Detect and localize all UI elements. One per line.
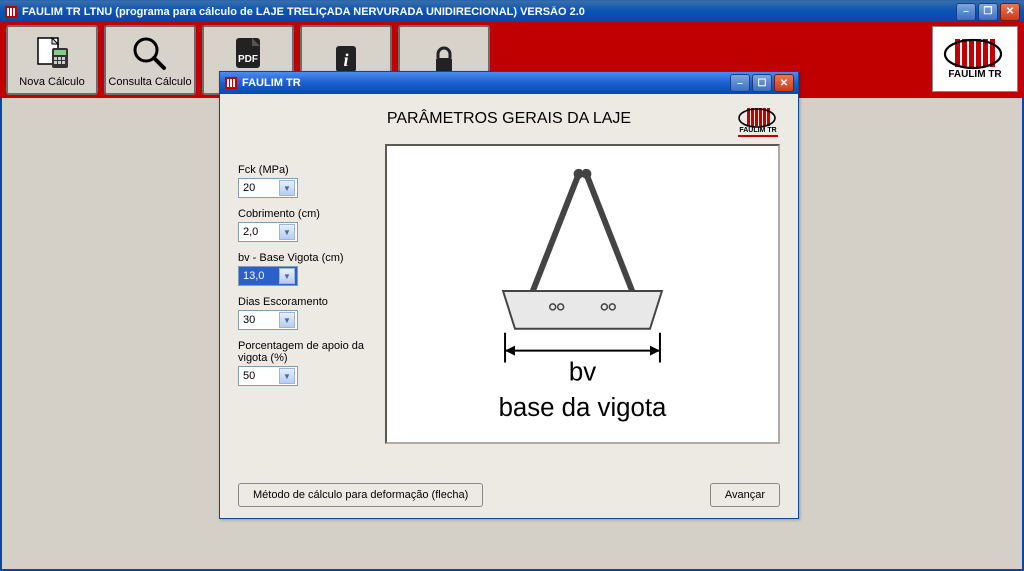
restore-button[interactable]: ❐ [978, 3, 998, 21]
diagram-column: bv base da vigota [385, 144, 798, 472]
main-window-title: FAULIM TR LTNU (programa para cálculo de… [22, 6, 956, 18]
diagram-dim-label: bv [569, 358, 596, 386]
diagram-frame: bv base da vigota [385, 144, 780, 444]
minimize-button[interactable]: – [956, 3, 976, 21]
dialog-brand-logo: FAULIM TR [730, 100, 786, 144]
document-calc-icon [32, 33, 72, 73]
dialog-app-icon [224, 76, 238, 90]
apoio-label: Porcentagem de apoio da vigota (%) [238, 340, 373, 364]
cobrimento-value: 2,0 [243, 226, 258, 238]
field-fck: Fck (MPa) 20 ▼ [238, 164, 373, 198]
field-apoio: Porcentagem de apoio da vigota (%) 50 ▼ [238, 340, 373, 386]
toolbar-label: Nova Cálculo [19, 76, 84, 88]
metodo-button-label: Método de cálculo para deformação (flech… [253, 489, 468, 501]
parameters-dialog: FAULIM TR – ☐ ✕ PARÂMETROS GERAIS DA LAJ… [219, 71, 799, 519]
main-window-controls: – ❐ ✕ [956, 3, 1020, 21]
chevron-down-icon: ▼ [279, 268, 295, 284]
svg-text:i: i [343, 50, 348, 70]
brand-logo: FAULIM TR [932, 26, 1018, 92]
bv-select[interactable]: 13,0 ▼ [238, 266, 298, 286]
fck-select[interactable]: 20 ▼ [238, 178, 298, 198]
close-button[interactable]: ✕ [1000, 3, 1020, 21]
bv-value: 13,0 [243, 270, 264, 282]
toolbar-label: Consulta Cálculo [108, 76, 191, 88]
form-column: Fck (MPa) 20 ▼ Cobrimento (cm) 2,0 ▼ bv … [220, 144, 385, 472]
bv-label: bv - Base Vigota (cm) [238, 252, 373, 264]
chevron-down-icon: ▼ [279, 312, 295, 328]
diagram-caption: base da vigota [499, 394, 667, 422]
main-titlebar: FAULIM TR LTNU (programa para cálculo de… [0, 0, 1024, 22]
dialog-heading: PARÂMETROS GERAIS DA LAJE [387, 110, 631, 128]
fck-value: 20 [243, 182, 255, 194]
vigota-diagram: bv base da vigota [393, 152, 772, 436]
chevron-down-icon: ▼ [279, 180, 295, 196]
avancar-button-label: Avançar [725, 489, 765, 501]
field-dias: Dias Escoramento 30 ▼ [238, 296, 373, 330]
dias-value: 30 [243, 314, 255, 326]
chevron-down-icon: ▼ [279, 368, 295, 384]
dialog-close-button[interactable]: ✕ [774, 74, 794, 92]
metodo-button[interactable]: Método de cálculo para deformação (flech… [238, 483, 483, 507]
field-bv: bv - Base Vigota (cm) 13,0 ▼ [238, 252, 373, 286]
dialog-footer: Método de cálculo para deformação (flech… [220, 472, 798, 518]
dialog-titlebar: FAULIM TR – ☐ ✕ [220, 72, 798, 94]
svg-text:PDF: PDF [238, 54, 258, 65]
field-cobrimento: Cobrimento (cm) 2,0 ▼ [238, 208, 373, 242]
dialog-body: Fck (MPa) 20 ▼ Cobrimento (cm) 2,0 ▼ bv … [220, 144, 798, 472]
dias-select[interactable]: 30 ▼ [238, 310, 298, 330]
dias-label: Dias Escoramento [238, 296, 373, 308]
avancar-button[interactable]: Avançar [710, 483, 780, 507]
dialog-minimize-button[interactable]: – [730, 74, 750, 92]
dialog-maximize-button[interactable]: ☐ [752, 74, 772, 92]
dialog-title: FAULIM TR [242, 77, 730, 89]
dialog-heading-area: PARÂMETROS GERAIS DA LAJE FAULIM TR [220, 94, 798, 144]
apoio-select[interactable]: 50 ▼ [238, 366, 298, 386]
cobrimento-label: Cobrimento (cm) [238, 208, 373, 220]
chevron-down-icon: ▼ [279, 224, 295, 240]
pdf-icon: PDF [228, 33, 268, 73]
magnifier-icon [130, 33, 170, 73]
cobrimento-select[interactable]: 2,0 ▼ [238, 222, 298, 242]
toolbar-consulta-calculo[interactable]: Consulta Cálculo [104, 25, 196, 95]
dialog-window-controls: – ☐ ✕ [730, 74, 794, 92]
apoio-value: 50 [243, 370, 255, 382]
fck-label: Fck (MPa) [238, 164, 373, 176]
toolbar-nova-calculo[interactable]: Nova Cálculo [6, 25, 98, 95]
app-icon [4, 5, 18, 19]
